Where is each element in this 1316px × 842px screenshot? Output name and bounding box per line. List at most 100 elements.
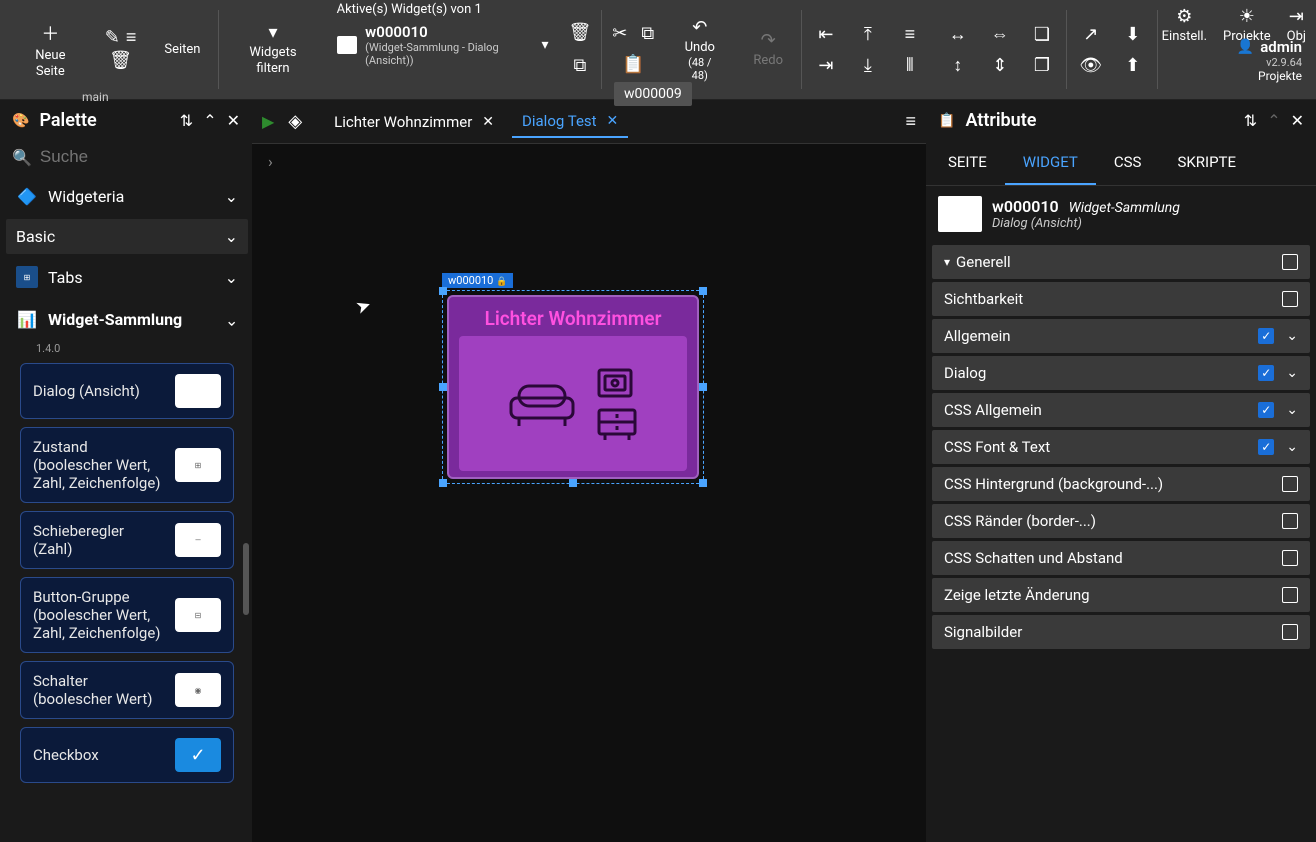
attr-section-checkbox[interactable]: ✓ [1258,328,1274,344]
pages-button[interactable]: Seiten [156,38,208,62]
undo-count: (48 / 48) [682,56,717,82]
palette-group-sammlung[interactable]: 📊 Widget-Sammlung ⌃ [6,300,248,338]
canvas-body[interactable]: ➤ w000010 🔒 Lichter Wohnzimmer [252,178,926,842]
close-icon[interactable]: ✕ [227,111,240,130]
tabs-menu-icon[interactable]: ≡ [905,111,916,132]
attr-section-checkbox[interactable] [1282,513,1298,529]
align-left-icon[interactable]: ⇤ [812,24,840,45]
align-center-h-icon[interactable]: ≡ [896,24,924,45]
active-widget-select[interactable]: Aktive(s) Widget(s) von 1 w000010 (Widge… [327,0,559,99]
delete-widget-icon[interactable]: 🗑 [569,22,592,43]
selected-widget[interactable]: w000010 🔒 Lichter Wohnzimmer [442,290,704,484]
chevron-down-icon[interactable]: ⌄ [1286,365,1298,381]
paste-icon[interactable]: 📋 [622,54,644,75]
download-icon[interactable]: ⬇ [1119,24,1147,45]
canvas-tab-dialog-test[interactable]: Dialog Test ✕ [512,106,628,138]
menu-icon[interactable]: ≡ [126,27,137,48]
align-top-icon[interactable]: ⤒ [854,24,882,45]
align-bottom-icon[interactable]: ⤓ [854,55,882,76]
chevron-down-icon[interactable]: ⌄ [1286,439,1298,455]
canvas-tab-wohnzimmer[interactable]: Lichter Wohnzimmer ✕ [324,107,504,137]
dist-eq-h-icon[interactable]: ⇕ [986,55,1014,76]
dist-h-icon[interactable]: ↔ [944,24,972,45]
palette-item-schieberegler[interactable]: Schieberegler (Zahl) — [20,511,234,569]
pages-label: Seiten [164,42,200,58]
attr-section[interactable]: Signalbilder [932,615,1310,649]
picture-icon [595,366,635,400]
export-grid: ↗ ⬇ 👁 ⬆ [1067,0,1157,99]
palette-group-widgeteria[interactable]: 🔷 Widgeteria ⌄ [6,177,248,215]
upload-icon[interactable]: ⬆ [1119,55,1147,76]
attr-section[interactable]: CSS Ränder (border-...) [932,504,1310,538]
attr-section-checkbox[interactable]: ✓ [1258,439,1274,455]
search-input[interactable] [40,147,261,167]
order-front-icon[interactable]: ❏ [1028,24,1056,45]
align-right-icon[interactable]: ⇥ [812,55,840,76]
collapse-icon[interactable]: ⌃ [203,111,216,130]
eye-icon[interactable]: 👁 [1077,55,1105,76]
palette-item-zustand[interactable]: Zustand (boolescher Wert, Zahl, Zeichenf… [20,427,234,503]
attr-section-checkbox[interactable] [1282,476,1298,492]
attr-section-checkbox[interactable] [1282,254,1298,270]
attr-tab-css[interactable]: CSS [1096,141,1160,185]
filter-widgets-button[interactable]: ▾ Widgets filtern [229,18,316,80]
user-name: admin [1260,38,1302,56]
undo-button[interactable]: ↶ Undo (48 / 48) [674,13,725,86]
palette-item-checkbox[interactable]: Checkbox ✓ [20,727,234,783]
close-tab-icon[interactable]: ✕ [607,113,619,129]
attr-section-checkbox[interactable]: ✓ [1258,365,1274,381]
close-tab-icon[interactable]: ✕ [482,114,494,130]
chevron-down-icon[interactable]: ⌄ [1286,402,1298,418]
chevron-down-icon[interactable]: ▾ [541,37,548,53]
copy-icon[interactable]: ⧉ [641,23,654,44]
chevron-right-icon[interactable]: › [268,152,273,171]
item-thumb: ⊟ [175,598,221,632]
copy-widget-icon[interactable]: ⧉ [574,55,587,76]
palette-item-button-gruppe[interactable]: Button-Gruppe (boolescher Wert, Zahl, Ze… [20,577,234,653]
scroll-thumb[interactable] [243,543,249,615]
attr-section[interactable]: Dialog✓⌄ [932,356,1310,390]
attr-section[interactable]: CSS Allgemein✓⌄ [932,393,1310,427]
new-page-button[interactable]: ＋ Neue Seite [16,16,85,83]
align-grid: ⇤ ⤒ ≡ ⇥ ⤓ ⦀ [802,0,934,99]
attr-section[interactable]: ▾Generell [932,245,1310,279]
palette-item-schalter[interactable]: Schalter (boolescher Wert) ◉ [20,661,234,719]
open-external-icon[interactable]: ↗ [1077,24,1105,45]
attr-section[interactable]: Zeige letzte Änderung [932,578,1310,612]
attr-section-checkbox[interactable] [1282,587,1298,603]
palette-group-basic[interactable]: Basic ⌄ [6,219,248,254]
attr-tab-seite[interactable]: SEITE [930,141,1005,185]
play-icon[interactable]: ▶ [262,112,274,131]
palette-group-tabs[interactable]: ⊞ Tabs ⌄ [6,258,248,296]
attr-section-title-text: Signalbilder [944,623,1022,641]
filter-icon: ▾ [944,255,950,269]
attr-section-checkbox[interactable] [1282,624,1298,640]
align-center-v-icon[interactable]: ⦀ [896,55,924,76]
attr-tab-widget[interactable]: WIDGET [1005,141,1096,185]
attr-section[interactable]: CSS Hintergrund (background-...) [932,467,1310,501]
attr-section[interactable]: CSS Schatten und Abstand [932,541,1310,575]
attr-section-checkbox[interactable]: ✓ [1258,402,1274,418]
palette-item-dialog[interactable]: Dialog (Ansicht) [20,363,234,419]
search-icon: 🔍 [12,148,32,167]
projects-link[interactable]: Projekte [1258,69,1302,83]
pencil-icon[interactable]: ✎ [105,27,120,48]
attr-section-checkbox[interactable] [1282,550,1298,566]
dist-v-icon[interactable]: ↕ [944,55,972,76]
sort-icon[interactable]: ⇅ [1244,111,1257,130]
close-icon[interactable]: ✕ [1291,111,1304,130]
cut-icon[interactable]: ✂ [612,23,627,44]
layers-icon[interactable]: ◈ [288,111,302,132]
attr-section[interactable]: CSS Font & Text✓⌄ [932,430,1310,464]
chevron-down-icon[interactable]: ⌄ [1286,328,1298,344]
collapse-icon[interactable]: ⌃ [1267,111,1280,130]
dist-eq-w-icon[interactable]: ⇔ [986,24,1014,45]
attr-tab-skripte[interactable]: SKRIPTE [1159,141,1254,185]
attr-section[interactable]: Allgemein✓⌄ [932,319,1310,353]
sort-icon[interactable]: ⇅ [180,111,193,130]
settings-button[interactable]: ⚙ Einstell. [1162,6,1207,44]
attr-section-checkbox[interactable] [1282,291,1298,307]
order-back-icon[interactable]: ❐ [1028,55,1056,76]
attr-section[interactable]: Sichtbarkeit [932,282,1310,316]
trash-icon[interactable]: 🗑 [109,50,132,71]
